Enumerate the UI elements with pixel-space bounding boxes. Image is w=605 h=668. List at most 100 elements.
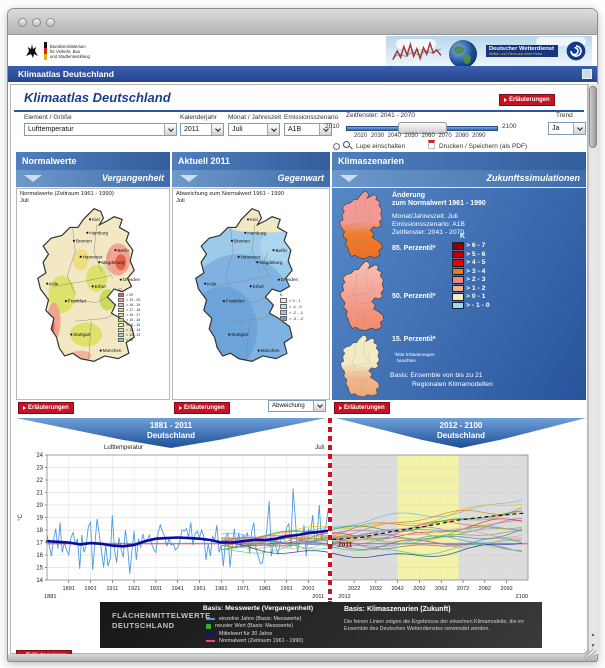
y-tick-label: 16 bbox=[36, 553, 43, 559]
window-close-button[interactable] bbox=[18, 18, 27, 27]
explain-button-past[interactable]: Erläuterungen bbox=[18, 402, 74, 414]
legend-row: > 14 - 15 bbox=[118, 323, 140, 327]
future-footnote-2: beachten bbox=[397, 358, 416, 363]
future-legend-label: > 6 - 7 bbox=[466, 242, 485, 249]
year-select[interactable]: 2011 bbox=[180, 123, 224, 136]
city-label: Kiel bbox=[92, 217, 100, 222]
legend-label: > 16 - 17 bbox=[126, 313, 140, 317]
year-value: 2011 bbox=[181, 124, 211, 135]
legend-row: > -1 - 0 bbox=[280, 304, 303, 309]
element-select[interactable]: Lufttemperatur bbox=[24, 123, 177, 136]
city-label: München bbox=[261, 348, 280, 353]
future-legend-label: > 4 - 5 bbox=[466, 259, 485, 266]
subtitle-text: Zukunftssimulationen bbox=[486, 173, 580, 183]
legend-future-text: Die feinen Linien zeigen die Ergebnisse … bbox=[344, 619, 536, 633]
dwd-spiral-logo-icon bbox=[566, 41, 586, 61]
app: Bundesministerium für Verkehr, Bau und S… bbox=[0, 0, 605, 668]
app-title: Klimaatlas Deutschland bbox=[8, 66, 597, 82]
city-label: Hannover bbox=[241, 254, 261, 259]
collapse-triangle-icon[interactable] bbox=[24, 175, 42, 182]
collapse-triangle-icon[interactable] bbox=[340, 175, 358, 182]
y-tick-label: 17 bbox=[36, 541, 43, 547]
magnifier-label[interactable]: Lupe einschalten bbox=[356, 143, 405, 150]
explain-button-present[interactable]: Erläuterungen bbox=[174, 402, 230, 414]
future-change-line2: zum Normalwert 1961 - 1990 bbox=[392, 200, 486, 207]
legend-label: > 18 - 19 bbox=[126, 303, 140, 307]
chevron-down-icon[interactable] bbox=[267, 124, 279, 135]
y-tick-label: 20 bbox=[36, 503, 43, 509]
legend-square-swatch bbox=[206, 624, 211, 629]
legend-unit: K bbox=[280, 292, 303, 297]
map-base bbox=[336, 334, 384, 398]
legend-past-title: Basis: Messwerte (Vergangenheit) bbox=[190, 605, 326, 612]
y-axis-unit: °C bbox=[18, 513, 24, 520]
city-dot bbox=[46, 283, 48, 285]
x-tick-label: 1951 bbox=[193, 586, 205, 592]
legend-label: > 19 - 20 bbox=[126, 298, 140, 302]
month-label: Monat / Jahreszeit bbox=[228, 114, 281, 121]
legend-series-row: neuster Wert (Basis: Messwerte) bbox=[206, 623, 303, 631]
column-header-past: Normalwerte Vergangenheit bbox=[16, 152, 170, 188]
scrollbar-thumb[interactable] bbox=[589, 86, 597, 148]
explain-button-future[interactable]: Erläuterungen bbox=[334, 402, 390, 414]
legend-series-rows: einzelne Jahre (Basis: Messwerte)neuster… bbox=[206, 615, 303, 645]
column-title-future: Klimaszenarien bbox=[332, 152, 586, 170]
x-tick-label: 2032 bbox=[370, 586, 382, 592]
city-label: Bremen bbox=[234, 238, 250, 243]
future-legend: > 6 - 7> 5 - 6> 4 - 5> 3 - 4> 2 - 3> 1 -… bbox=[452, 242, 490, 310]
x-tick-label: 1971 bbox=[237, 586, 249, 592]
x-tick-label: 1961 bbox=[215, 586, 227, 592]
percentile-label-50: 50. Perzentil* bbox=[392, 293, 436, 300]
map-legend-present: K> 0 - 1> -1 - 0> -2 - -1> -3 - -2 bbox=[280, 292, 303, 322]
chevron-down-icon[interactable] bbox=[573, 123, 585, 134]
scrollbar-up-arrow[interactable]: ▲ bbox=[588, 630, 598, 641]
window-widget-icon[interactable] bbox=[582, 69, 592, 79]
map-caption-past-2: Juli bbox=[20, 198, 29, 204]
month-select[interactable]: Juli bbox=[228, 123, 280, 136]
city-dot bbox=[244, 232, 246, 234]
legend-series-row: Normalwert (Zeitraum 1961 - 1990) bbox=[206, 638, 303, 646]
flag-stripe-gold bbox=[44, 54, 47, 60]
future-basis-1: Basis: Ensemble von bis zu 21 bbox=[390, 372, 483, 379]
future-footnote-1: *bitte Erläuterungen bbox=[394, 352, 435, 357]
future-legend-label: > - 1 - 0 bbox=[466, 302, 490, 309]
future-legend-row: > 6 - 7 bbox=[452, 242, 490, 250]
column-header-present: Aktuell 2011 Gegenwart bbox=[172, 152, 330, 188]
legend-swatch bbox=[280, 316, 287, 321]
collapse-triangle-icon[interactable] bbox=[180, 175, 198, 182]
y-tick-label: 19 bbox=[36, 516, 43, 522]
legend-label: > 12 - 13 bbox=[126, 333, 140, 337]
future-legend-swatch bbox=[452, 285, 464, 293]
map-caption-present-2: Juli bbox=[176, 198, 185, 204]
future-legend-row: > 4 - 5 bbox=[452, 259, 490, 267]
y-tick-label: 22 bbox=[36, 478, 43, 484]
chevron-down-icon[interactable] bbox=[313, 401, 325, 411]
trend-select[interactable]: Ja bbox=[548, 122, 586, 135]
city-dot bbox=[86, 232, 88, 234]
chevron-down-icon[interactable] bbox=[211, 124, 223, 135]
trend-value: Ja bbox=[549, 123, 573, 134]
legend-label: > 20 bbox=[126, 293, 133, 297]
city-label: München bbox=[103, 348, 122, 353]
future-legend-swatch bbox=[452, 302, 464, 310]
deviation-mode-select[interactable]: Abweichung bbox=[268, 400, 326, 412]
resize-grip[interactable] bbox=[584, 649, 596, 661]
chart-series-label: Juli bbox=[315, 445, 324, 451]
window-minimize-button[interactable] bbox=[32, 18, 41, 27]
present-divider-line bbox=[328, 418, 332, 600]
slider-tick-labels: 20202030204020502060207020802090 bbox=[346, 133, 498, 141]
window-zoom-button[interactable] bbox=[46, 18, 55, 27]
explain-button-top[interactable]: Erläuterungen bbox=[499, 94, 555, 106]
explain-button-label: Erläuterungen bbox=[184, 405, 225, 411]
chevron-down-icon[interactable] bbox=[164, 124, 176, 135]
city-dot bbox=[228, 333, 230, 335]
legend-swatch bbox=[118, 303, 124, 307]
legend-row: < 12 bbox=[118, 338, 140, 342]
vertical-scrollbar[interactable] bbox=[588, 84, 598, 654]
legend-label: > -2 - -1 bbox=[289, 310, 303, 315]
magnifier-radio[interactable] bbox=[333, 143, 340, 150]
germany-map-deviation[interactable]: KielHamburgBremenHannoverBerlinMagdeburg… bbox=[190, 206, 298, 364]
legend-swatch bbox=[118, 318, 124, 322]
city-dot bbox=[100, 350, 102, 352]
print-label[interactable]: Drucken / Speichern (als PDF) bbox=[439, 143, 527, 150]
